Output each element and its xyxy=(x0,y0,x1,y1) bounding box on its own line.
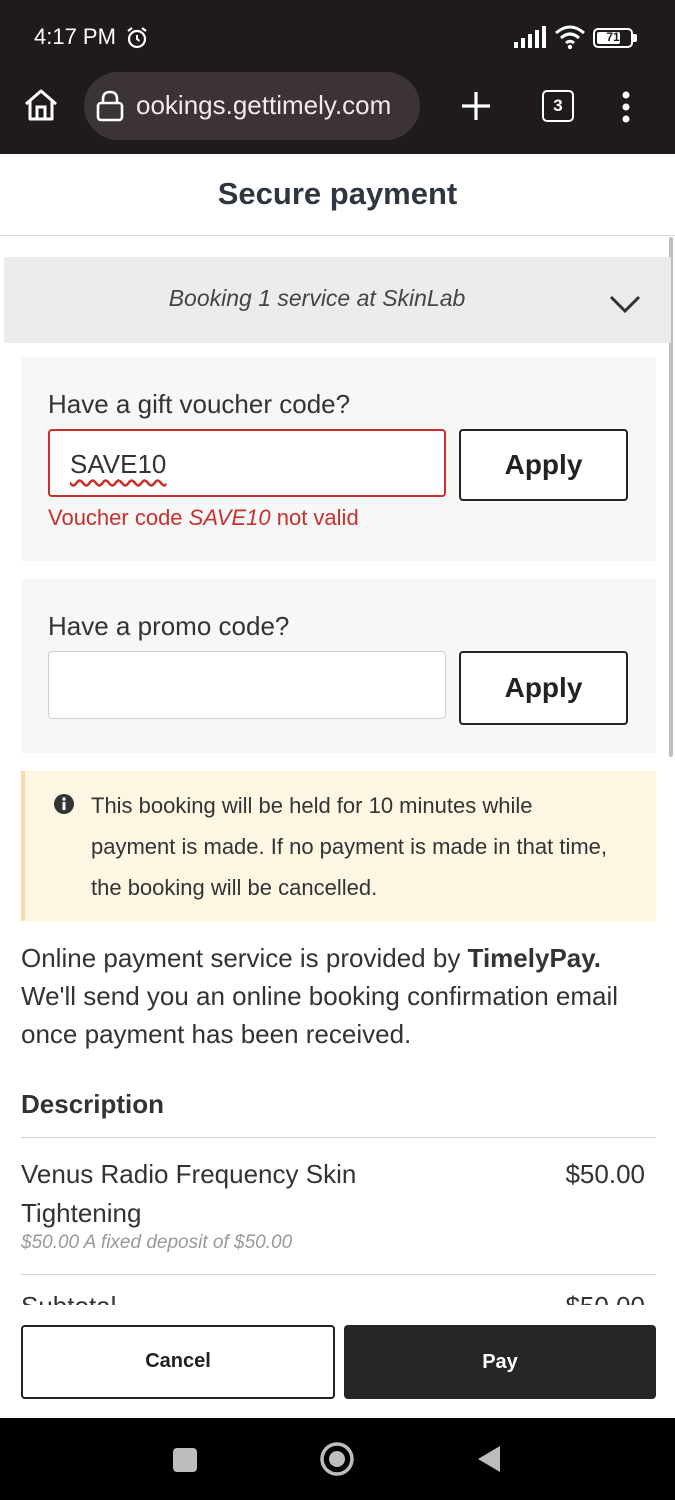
alarm-icon xyxy=(127,27,147,49)
subtotal-label: Subtotal xyxy=(21,1291,116,1305)
provider-name: TimelyPay. xyxy=(467,943,601,973)
divider xyxy=(21,1137,656,1138)
voucher-error-prefix: Voucher code xyxy=(48,505,189,530)
gift-voucher-card: Have a gift voucher code? SAVE10 Apply V… xyxy=(21,357,656,561)
voucher-error-suffix: not valid xyxy=(270,505,359,530)
voucher-error-message: Voucher code SAVE10 not valid xyxy=(48,505,359,531)
system-navigation-bar xyxy=(0,1418,675,1500)
provider-text-prefix: Online payment service is provided by xyxy=(21,943,468,973)
home-nav-icon[interactable] xyxy=(319,1441,355,1477)
voucher-error-code: SAVE10 xyxy=(188,505,271,530)
wifi-icon xyxy=(555,25,585,50)
promo-code-input[interactable] xyxy=(48,651,446,719)
gift-voucher-input[interactable]: SAVE10 xyxy=(48,429,446,497)
apply-promo-button[interactable]: Apply xyxy=(459,651,628,725)
info-icon xyxy=(54,794,74,814)
payment-provider-info: Online payment service is provided by Ti… xyxy=(21,939,661,1053)
gift-voucher-value: SAVE10 xyxy=(70,449,167,479)
browser-chrome: 4:17 PM 71 ookings.gettimely.com 3 xyxy=(0,0,675,154)
status-time: 4:17 PM xyxy=(34,24,116,49)
url-text: ookings.gettimely.com xyxy=(136,90,392,120)
booking-hold-notice: This booking will be held for 10 minutes… xyxy=(21,771,656,921)
home-icon[interactable] xyxy=(22,86,60,124)
booking-summary-text: Booking 1 service at SkinLab xyxy=(168,285,466,311)
booking-summary-toggle[interactable]: Booking 1 service at SkinLab xyxy=(4,257,671,343)
back-icon[interactable] xyxy=(476,1444,502,1474)
gift-voucher-label: Have a gift voucher code? xyxy=(48,389,351,419)
address-bar[interactable]: ookings.gettimely.com xyxy=(84,72,420,140)
subtotal-value: $50.00 xyxy=(520,1291,645,1305)
line-item-note: $50.00 A fixed deposit of $50.00 xyxy=(21,1232,293,1253)
lock-icon xyxy=(96,90,124,122)
divider xyxy=(21,1274,656,1275)
tab-switcher-button[interactable]: 3 xyxy=(542,90,574,122)
line-item-price: $50.00 xyxy=(565,1159,645,1189)
recents-icon[interactable] xyxy=(173,1448,197,1472)
promo-code-card: Have a promo code? Apply xyxy=(21,579,656,753)
chevron-down-icon[interactable] xyxy=(608,293,642,315)
overflow-menu-icon[interactable] xyxy=(618,90,634,124)
pay-button[interactable]: Pay xyxy=(344,1325,656,1399)
provider-text-suffix: We'll send you an online booking confirm… xyxy=(21,981,619,1049)
cancel-button[interactable]: Cancel xyxy=(21,1325,335,1399)
signal-icon xyxy=(514,26,546,48)
payment-content[interactable]: Booking 1 service at SkinLab Have a gift… xyxy=(0,237,675,1305)
battery-tip xyxy=(633,34,637,42)
battery-indicator: 71 xyxy=(593,28,637,48)
apply-voucher-button[interactable]: Apply xyxy=(459,429,628,501)
line-item-name: Venus Radio Frequency Skin Tightening xyxy=(21,1159,357,1228)
payment-actions: Cancel Pay xyxy=(0,1305,675,1418)
notice-text: This booking will be held for 10 minutes… xyxy=(91,793,608,900)
new-tab-icon[interactable] xyxy=(458,88,494,124)
promo-code-label: Have a promo code? xyxy=(48,611,290,641)
page-title: Secure payment xyxy=(217,176,458,211)
battery-percent: 71 xyxy=(606,30,620,44)
description-heading: Description xyxy=(21,1089,165,1119)
page-header: Secure payment xyxy=(0,154,675,236)
